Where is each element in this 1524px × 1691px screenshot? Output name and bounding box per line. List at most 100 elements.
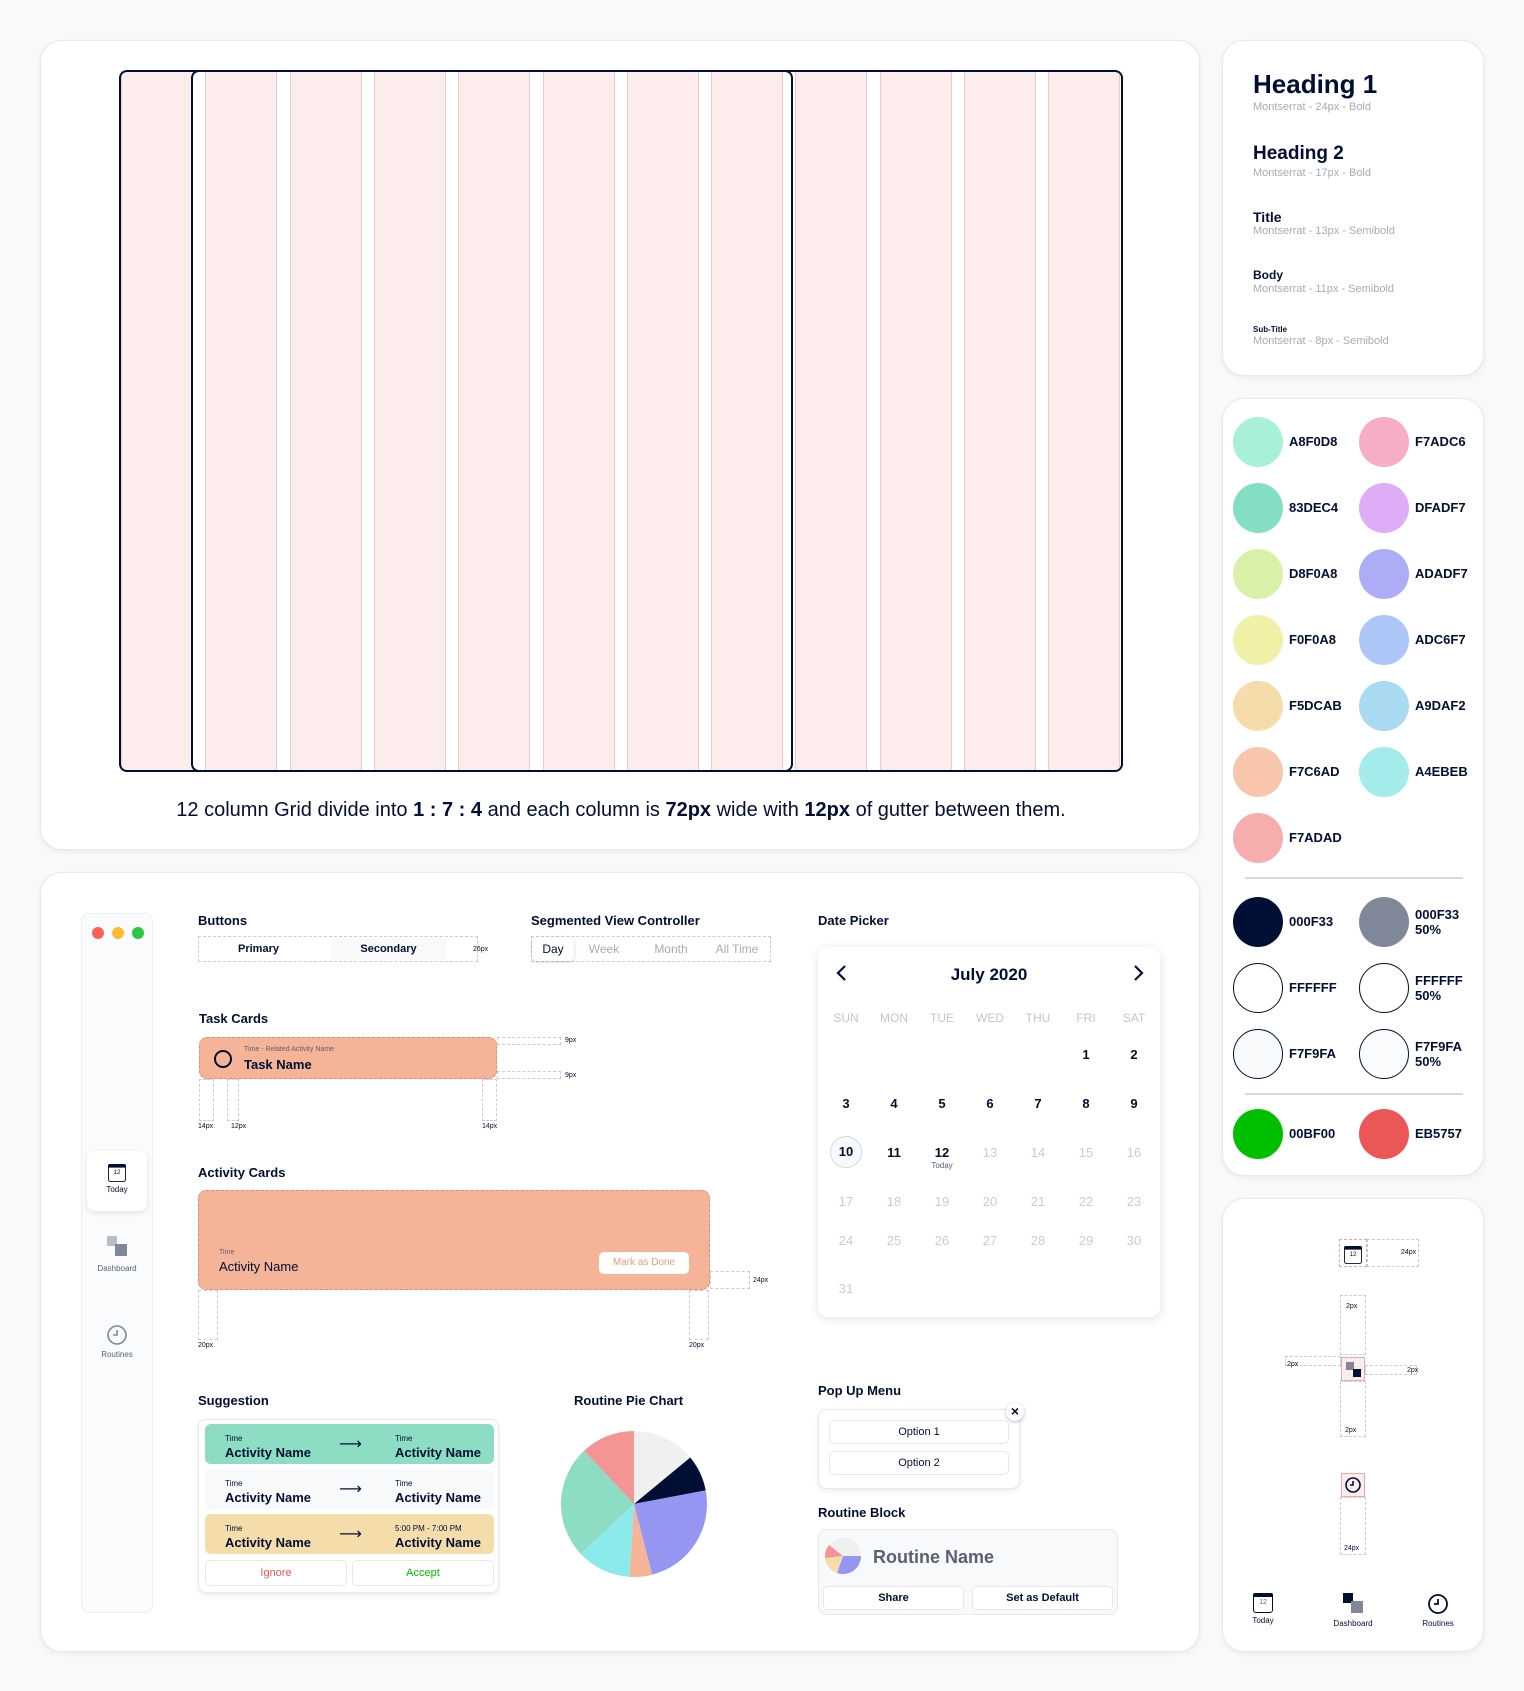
palette-divider bbox=[1245, 877, 1463, 879]
color-swatch bbox=[1233, 483, 1283, 533]
suggestion-row[interactable]: Time Activity Name ⟶ Time Activity Name bbox=[205, 1424, 494, 1464]
calendar-day[interactable]: 9 bbox=[1114, 1096, 1154, 1111]
ignore-button[interactable]: Ignore bbox=[205, 1560, 347, 1586]
arrow-right-icon: ⟶ bbox=[339, 1481, 362, 1498]
spec-nav-today[interactable]: 12 Today bbox=[1243, 1593, 1283, 1625]
maximize-dot[interactable] bbox=[132, 927, 144, 939]
next-month-button[interactable] bbox=[1128, 963, 1148, 983]
calendar-day[interactable]: 19 bbox=[922, 1194, 962, 1209]
color-swatch bbox=[1233, 963, 1283, 1013]
calendar-day[interactable]: 20 bbox=[970, 1194, 1010, 1209]
spec-nav-routines[interactable]: Routines bbox=[1413, 1593, 1463, 1628]
activity-guide bbox=[198, 1290, 218, 1340]
popup-menu: Option 1 Option 2 bbox=[818, 1409, 1020, 1489]
calendar-day[interactable]: 18 bbox=[874, 1194, 914, 1209]
calendar-day[interactable]: 31 bbox=[826, 1281, 866, 1296]
calendar-day[interactable]: 16 bbox=[1114, 1145, 1154, 1160]
task-margin-4: 12px bbox=[231, 1123, 247, 1130]
activity-cards-title: Activity Cards bbox=[198, 1165, 286, 1180]
color-swatch-label: FFFFFF bbox=[1289, 980, 1337, 995]
calendar-day[interactable]: 27 bbox=[970, 1233, 1010, 1248]
task-margin-3: 14px bbox=[198, 1123, 214, 1130]
calendar-day[interactable]: 30 bbox=[1114, 1233, 1154, 1248]
set-default-button[interactable]: Set as Default bbox=[972, 1586, 1113, 1610]
calendar-day[interactable]: 7 bbox=[1018, 1096, 1058, 1111]
calendar-day[interactable]: 13 bbox=[970, 1145, 1010, 1160]
calendar-day[interactable]: 28 bbox=[1018, 1233, 1058, 1248]
calendar-day[interactable]: 29 bbox=[1066, 1233, 1106, 1248]
task-guide bbox=[482, 1079, 497, 1121]
routine-pie-chart bbox=[561, 1431, 707, 1577]
nav-routines[interactable]: Routines bbox=[87, 1324, 147, 1359]
calendar-day[interactable]: 24 bbox=[826, 1233, 866, 1248]
spec-nav-dashboard[interactable]: Dashboard bbox=[1321, 1593, 1385, 1628]
palette-divider bbox=[1245, 1093, 1463, 1095]
secondary-button[interactable]: Secondary bbox=[331, 938, 446, 960]
task-card[interactable]: Time - Related Activity Name Task Name bbox=[199, 1037, 497, 1079]
color-swatch bbox=[1359, 963, 1409, 1013]
calendar-day[interactable]: 15 bbox=[1066, 1145, 1106, 1160]
calendar-day[interactable]: 25 bbox=[874, 1233, 914, 1248]
color-swatch-label: F7ADC6 bbox=[1415, 434, 1466, 449]
calendar-day[interactable]: 6 bbox=[970, 1096, 1010, 1111]
title-spec: Montserrat - 13px - Semibold bbox=[1253, 225, 1395, 237]
color-swatch bbox=[1233, 747, 1283, 797]
calendar-day[interactable]: 4 bbox=[874, 1096, 914, 1111]
segment-day[interactable]: Day bbox=[532, 937, 574, 961]
color-swatch bbox=[1233, 681, 1283, 731]
color-swatch-label: D8F0A8 bbox=[1289, 566, 1338, 581]
task-checkbox[interactable] bbox=[214, 1050, 232, 1068]
calendar-day[interactable]: 11 bbox=[874, 1145, 914, 1160]
calendar-day[interactable]: 26 bbox=[922, 1233, 962, 1248]
popup-option-2[interactable]: Option 2 bbox=[829, 1451, 1009, 1475]
color-swatch bbox=[1359, 549, 1409, 599]
task-name: Task Name bbox=[244, 1057, 312, 1072]
routine-block[interactable]: Routine Name Share Set as Default bbox=[818, 1529, 1118, 1615]
date-picker-card: July 2020 SUN MON TUE WED THU FRI SAT 12345678… bbox=[818, 947, 1160, 1317]
calendar-day[interactable]: 2 bbox=[1114, 1047, 1154, 1062]
close-dot[interactable] bbox=[92, 927, 104, 939]
heading-2-spec: Montserrat - 17px - Bold bbox=[1253, 167, 1371, 179]
mark-as-done-button[interactable]: Mark as Done bbox=[599, 1252, 689, 1274]
color-swatch-label: ADC6F7 bbox=[1415, 632, 1466, 647]
color-swatch bbox=[1359, 681, 1409, 731]
popup-close-button[interactable]: × bbox=[1006, 1403, 1024, 1421]
app-sidebar: 12 Today Dashboard Routines bbox=[81, 913, 153, 1613]
calendar-day-selected[interactable]: 10 bbox=[830, 1136, 862, 1168]
calendar-day[interactable]: 8 bbox=[1066, 1096, 1106, 1111]
calendar-day[interactable]: 21 bbox=[1018, 1194, 1058, 1209]
calendar-day[interactable]: 5 bbox=[922, 1096, 962, 1111]
clock-icon bbox=[107, 1325, 127, 1345]
calendar-day[interactable]: 14 bbox=[1018, 1145, 1058, 1160]
segment-all-time[interactable]: All Time bbox=[705, 937, 769, 961]
primary-button[interactable]: Primary bbox=[201, 938, 316, 960]
suggestion-row[interactable]: Time Activity Name ⟶ 5:00 PM - 7:00 PM A… bbox=[205, 1514, 494, 1554]
calendar-day[interactable]: 23 bbox=[1114, 1194, 1154, 1209]
minimize-dot[interactable] bbox=[112, 927, 124, 939]
popup-title: Pop Up Menu bbox=[818, 1383, 902, 1398]
clock-size-label: 24px bbox=[1344, 1545, 1360, 1552]
calendar-day[interactable]: 22 bbox=[1066, 1194, 1106, 1209]
calendar-day[interactable]: 17 bbox=[826, 1194, 866, 1209]
task-margin-5: 14px bbox=[482, 1123, 498, 1130]
calendar-day[interactable]: 12 bbox=[922, 1145, 962, 1160]
activity-card[interactable]: Time Activity Name Mark as Done bbox=[198, 1190, 710, 1290]
task-guide bbox=[497, 1037, 561, 1045]
calendar-day[interactable]: 3 bbox=[826, 1096, 866, 1111]
heading-2-sample: Heading 2 bbox=[1253, 143, 1344, 164]
popup-option-1[interactable]: Option 1 bbox=[829, 1420, 1009, 1444]
calendar-day[interactable]: 1 bbox=[1066, 1047, 1106, 1062]
activity-time: Time bbox=[219, 1249, 235, 1256]
nav-today[interactable]: 12 Today bbox=[87, 1151, 147, 1211]
pie-title: Routine Pie Chart bbox=[574, 1393, 684, 1408]
color-swatch-label: F7C6AD bbox=[1289, 764, 1340, 779]
accept-button[interactable]: Accept bbox=[352, 1560, 494, 1586]
segment-week[interactable]: Week bbox=[579, 937, 629, 961]
segment-month[interactable]: Month bbox=[641, 937, 701, 961]
icon-spec-panel: 12 24px 2px 2px 2px 2px 24px 12 Today Da… bbox=[1222, 1198, 1484, 1652]
suggestion-row[interactable]: Time Activity Name ⟶ Time Activity Name bbox=[205, 1469, 494, 1509]
share-button[interactable]: Share bbox=[823, 1586, 964, 1610]
color-swatch-label: EB5757 bbox=[1415, 1126, 1462, 1141]
width-label: 24px bbox=[1401, 1249, 1417, 1256]
nav-dashboard[interactable]: Dashboard bbox=[87, 1236, 147, 1273]
